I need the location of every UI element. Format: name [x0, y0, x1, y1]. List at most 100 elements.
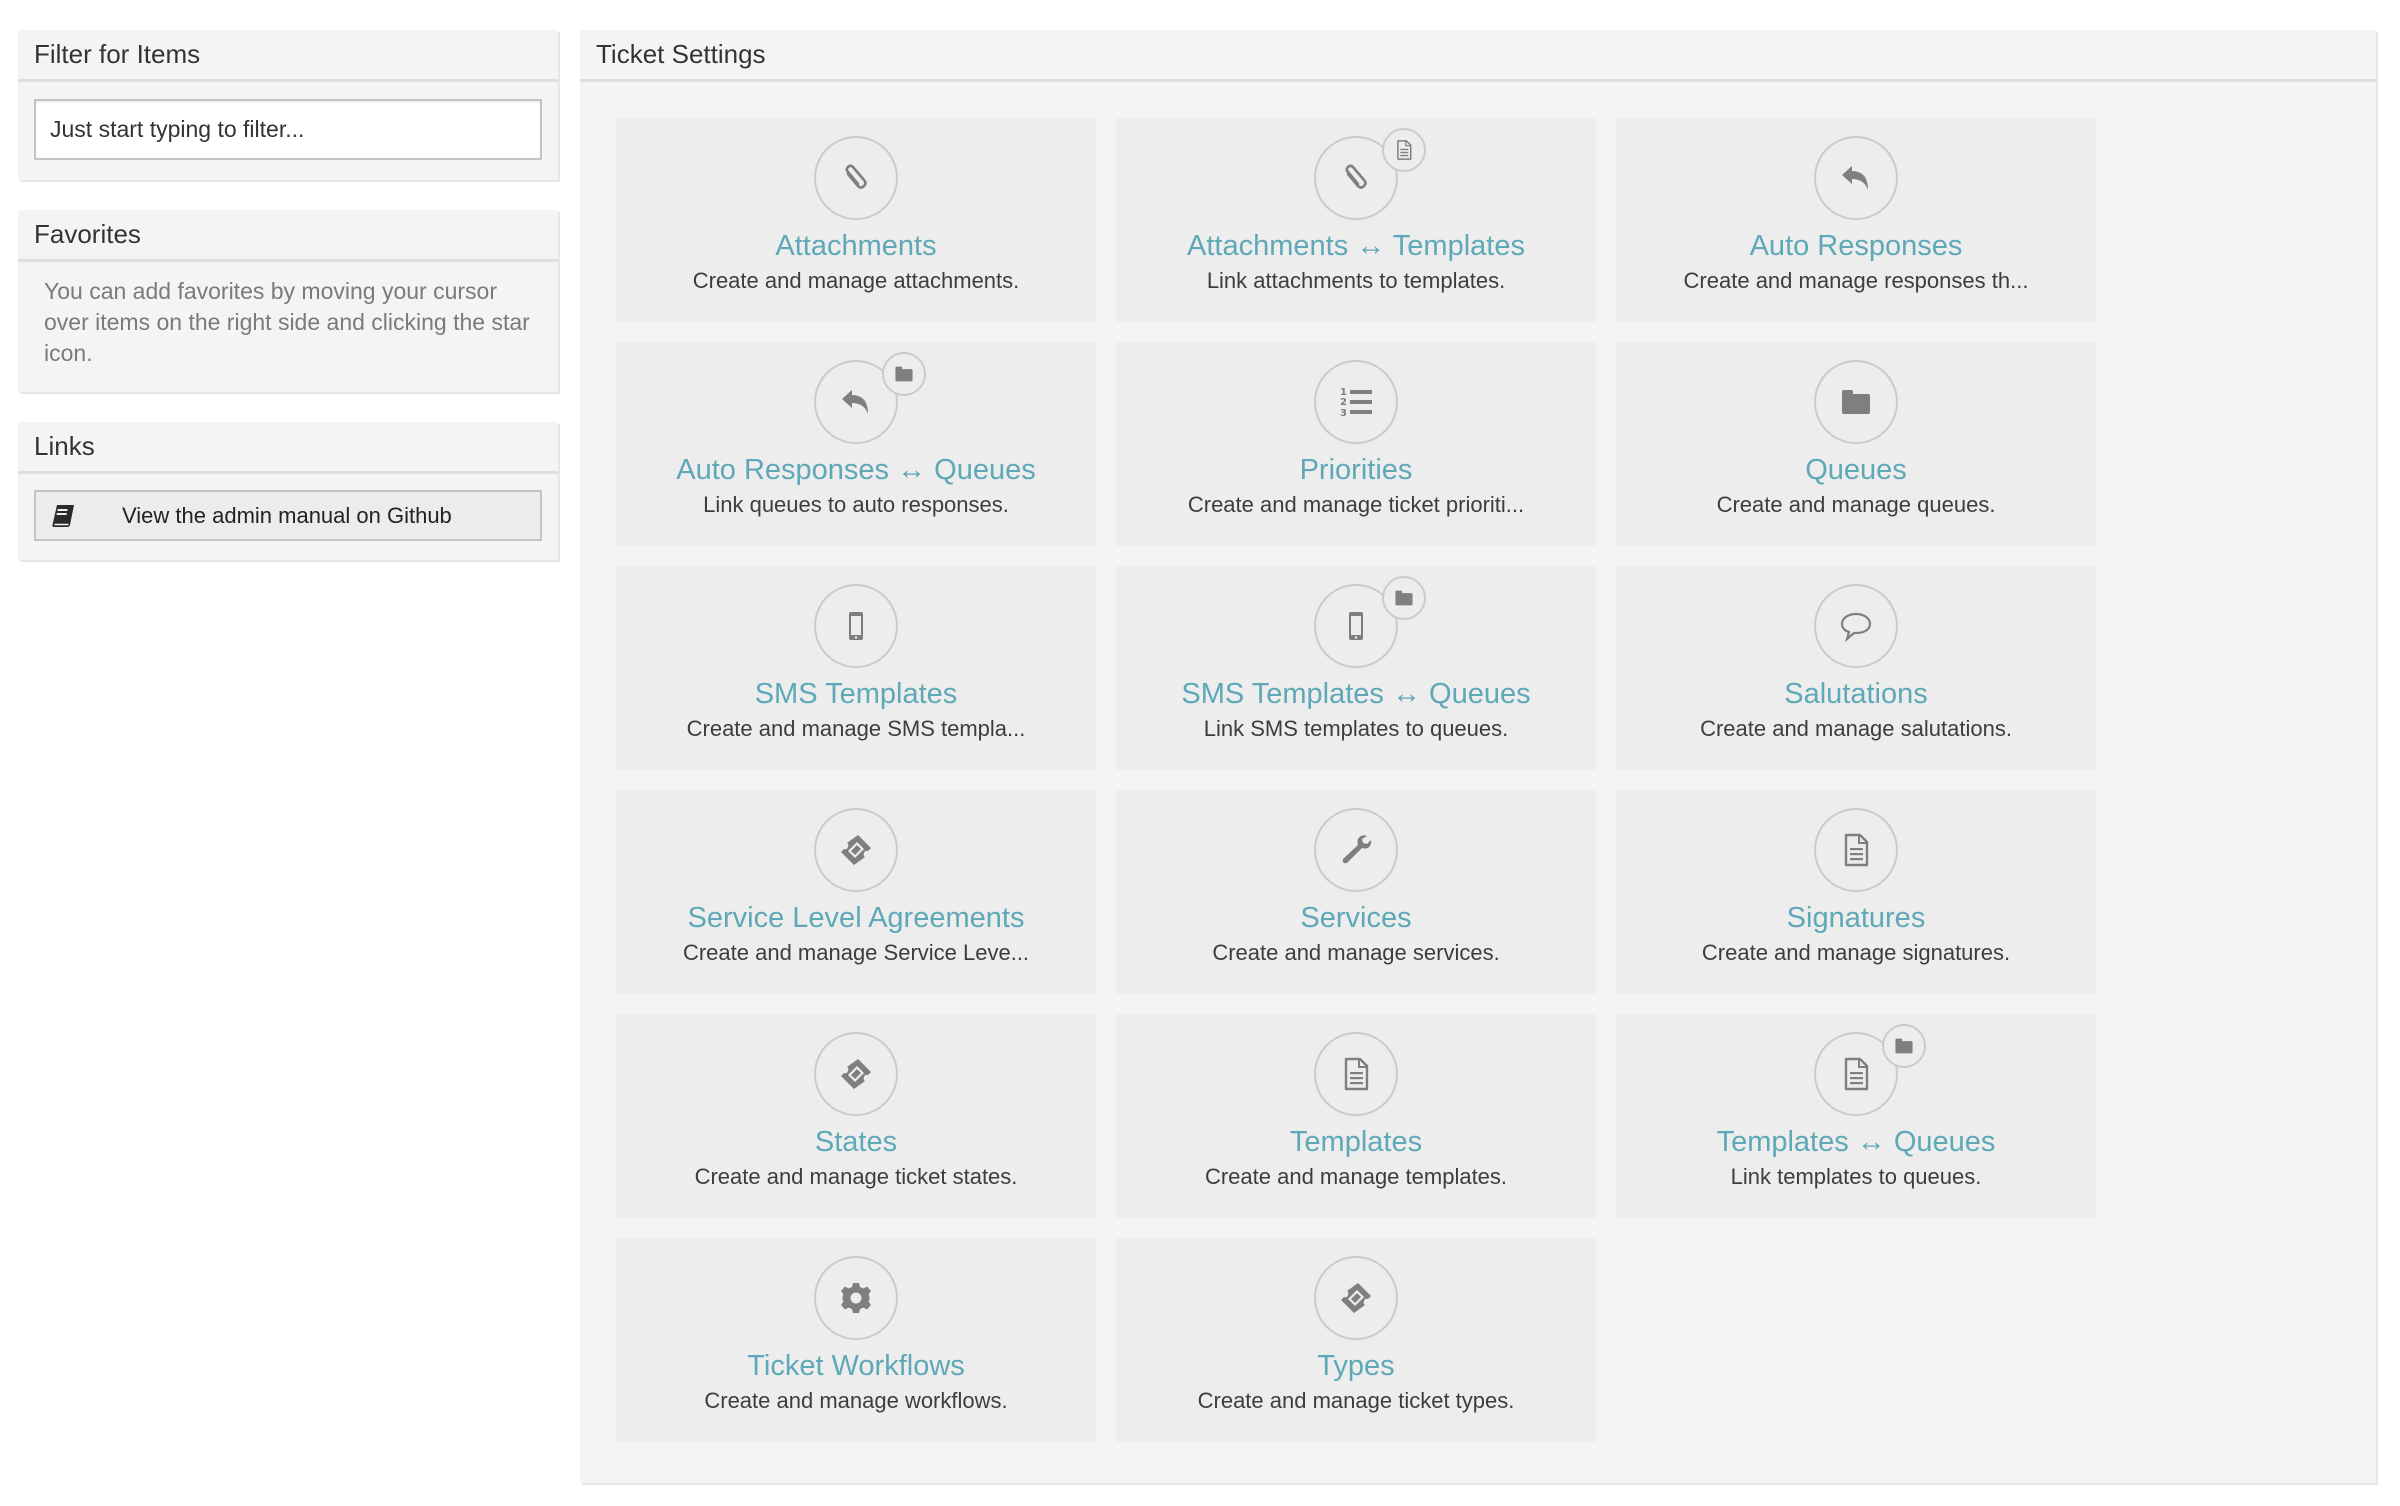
settings-tile-services[interactable]: Services Create and manage services.: [1116, 790, 1596, 994]
tile-title[interactable]: States: [616, 1126, 1096, 1159]
settings-tile-auto-responses-queues[interactable]: Auto Responses ↔ Queues Link queues to au…: [616, 342, 1096, 546]
tile-icon-circle: [1814, 584, 1898, 668]
ticket-settings-title: Ticket Settings: [580, 30, 2376, 82]
ticket-settings-panel: Ticket Settings Attachments Create and ma…: [580, 30, 2376, 1483]
tile-title[interactable]: Services: [1116, 902, 1596, 935]
tile-title[interactable]: Attachments ↔ Templates: [1116, 230, 1596, 263]
ticket-icon: [838, 832, 874, 868]
paperclip-icon: [1338, 160, 1374, 196]
settings-tile-service-level-agreements[interactable]: Service Level Agreements Create and manag…: [616, 790, 1096, 994]
tile-icon-circle: [1314, 1032, 1398, 1116]
settings-tile-states[interactable]: States Create and manage ticket states.: [616, 1014, 1096, 1218]
settings-tile-types[interactable]: Types Create and manage ticket types.: [1116, 1238, 1596, 1442]
tile-description: Link attachments to templates.: [1206, 268, 1506, 293]
admin-manual-link[interactable]: View the admin manual on Github: [34, 490, 542, 541]
tile-description: Create and manage ticket types.: [1197, 1388, 1515, 1413]
tile-title[interactable]: SMS Templates: [616, 678, 1096, 711]
tile-description: Create and manage responses th...: [1683, 268, 2029, 293]
settings-tile-attachments-templates[interactable]: Attachments ↔ Templates Link attachments …: [1116, 118, 1596, 322]
tile-description: Create and manage templates.: [1204, 1164, 1508, 1189]
settings-tile-templates[interactable]: Templates Create and manage templates.: [1116, 1014, 1596, 1218]
document-icon: [1838, 1056, 1874, 1092]
filter-input[interactable]: [34, 99, 542, 160]
tile-icon-circle: [1814, 136, 1898, 220]
wrench-icon: [1338, 832, 1374, 868]
tile-icon-circle: [814, 1032, 898, 1116]
ticket-settings-grid: Attachments Create and manage attachments…: [616, 118, 2096, 1442]
filter-panel: Filter for Items: [18, 30, 558, 180]
document-icon: [1338, 1056, 1374, 1092]
settings-tile-salutations[interactable]: Salutations Create and manage salutations…: [1616, 566, 2096, 770]
speech-bubble-icon: [1838, 608, 1874, 644]
tile-icon-circle: [814, 584, 898, 668]
links-panel-title: Links: [18, 422, 558, 474]
tile-description: Create and manage salutations.: [1700, 716, 2012, 741]
tile-title[interactable]: Attachments: [616, 230, 1096, 263]
tile-title[interactable]: Templates: [1116, 1126, 1596, 1159]
tile-description: Create and manage ticket prioriti...: [1187, 492, 1525, 517]
tile-title[interactable]: Service Level Agreements: [616, 902, 1096, 935]
tile-icon-circle: [814, 808, 898, 892]
tile-icon-circle: [1314, 360, 1398, 444]
tile-badge: [1882, 1024, 1926, 1068]
tile-icon-circle: [1814, 808, 1898, 892]
filter-panel-title: Filter for Items: [18, 30, 558, 82]
tile-badge: [1382, 576, 1426, 620]
tile-description: Link templates to queues.: [1730, 1164, 1982, 1189]
tile-title[interactable]: SMS Templates ↔ Queues: [1116, 678, 1596, 711]
folder-icon: [1893, 1035, 1915, 1057]
tile-title[interactable]: Signatures: [1616, 902, 2096, 935]
favorites-panel-title: Favorites: [18, 210, 558, 262]
folder-icon: [893, 363, 915, 385]
tile-title[interactable]: Types: [1116, 1350, 1596, 1383]
tile-title[interactable]: Queues: [1616, 454, 2096, 487]
favorites-panel: Favorites You can add favorites by movin…: [18, 210, 558, 392]
tile-description: Create and manage SMS templa...: [686, 716, 1026, 741]
tile-description: Create and manage services.: [1212, 940, 1500, 965]
ticket-icon: [1338, 1280, 1374, 1316]
settings-tile-priorities[interactable]: Priorities Create and manage ticket prior…: [1116, 342, 1596, 546]
tile-icon-circle: [814, 1256, 898, 1340]
favorites-hint: You can add favorites by moving your cur…: [44, 278, 530, 366]
tile-title[interactable]: Auto Responses: [1616, 230, 2096, 263]
settings-tile-queues[interactable]: Queues Create and manage queues.: [1616, 342, 2096, 546]
settings-tile-sms-templates-queues[interactable]: SMS Templates ↔ Queues Link SMS templates…: [1116, 566, 1596, 770]
paperclip-icon: [838, 160, 874, 196]
book-icon: [52, 504, 74, 527]
tile-description: Create and manage ticket states.: [694, 1164, 1018, 1189]
settings-tile-sms-templates[interactable]: SMS Templates Create and manage SMS templ…: [616, 566, 1096, 770]
tile-badge: [882, 352, 926, 396]
settings-tile-attachments[interactable]: Attachments Create and manage attachments…: [616, 118, 1096, 322]
document-icon: [1393, 139, 1415, 161]
reply-icon: [1838, 160, 1874, 196]
tile-badge: [1382, 128, 1426, 172]
ticket-icon: [838, 1056, 874, 1092]
tile-title[interactable]: Priorities: [1116, 454, 1596, 487]
admin-manual-link-label: View the admin manual on Github: [122, 502, 452, 528]
tile-description: Link SMS templates to queues.: [1203, 716, 1509, 741]
tile-title[interactable]: Auto Responses ↔ Queues: [616, 454, 1096, 487]
mobile-icon: [838, 608, 874, 644]
tile-description: Create and manage queues.: [1716, 492, 1996, 517]
tile-description: Link queues to auto responses.: [703, 492, 1009, 517]
tile-description: Create and manage workflows.: [704, 1388, 1008, 1413]
folder-icon: [1393, 587, 1415, 609]
settings-tile-templates-queues[interactable]: Templates ↔ Queues Link templates to queu…: [1616, 1014, 2096, 1218]
settings-tile-auto-responses[interactable]: Auto Responses Create and manage response…: [1616, 118, 2096, 322]
mobile-icon: [1338, 608, 1374, 644]
reply-icon: [838, 384, 874, 420]
settings-tile-signatures[interactable]: Signatures Create and manage signatures.: [1616, 790, 2096, 994]
tile-description: Create and manage Service Leve...: [682, 940, 1030, 965]
tile-description: Create and manage attachments.: [692, 268, 1020, 293]
ordered-list-icon: [1338, 384, 1374, 420]
tile-icon-circle: [1814, 360, 1898, 444]
tile-title[interactable]: Ticket Workflows: [616, 1350, 1096, 1383]
tile-description: Create and manage signatures.: [1701, 940, 2011, 965]
tile-icon-circle: [814, 136, 898, 220]
tile-title[interactable]: Templates ↔ Queues: [1616, 1126, 2096, 1159]
tile-title[interactable]: Salutations: [1616, 678, 2096, 711]
links-panel: Links View the admin manual on Github: [18, 422, 558, 560]
settings-tile-ticket-workflows[interactable]: Ticket Workflows Create and manage workfl…: [616, 1238, 1096, 1442]
tile-icon-circle: [1314, 808, 1398, 892]
document-icon: [1838, 832, 1874, 868]
